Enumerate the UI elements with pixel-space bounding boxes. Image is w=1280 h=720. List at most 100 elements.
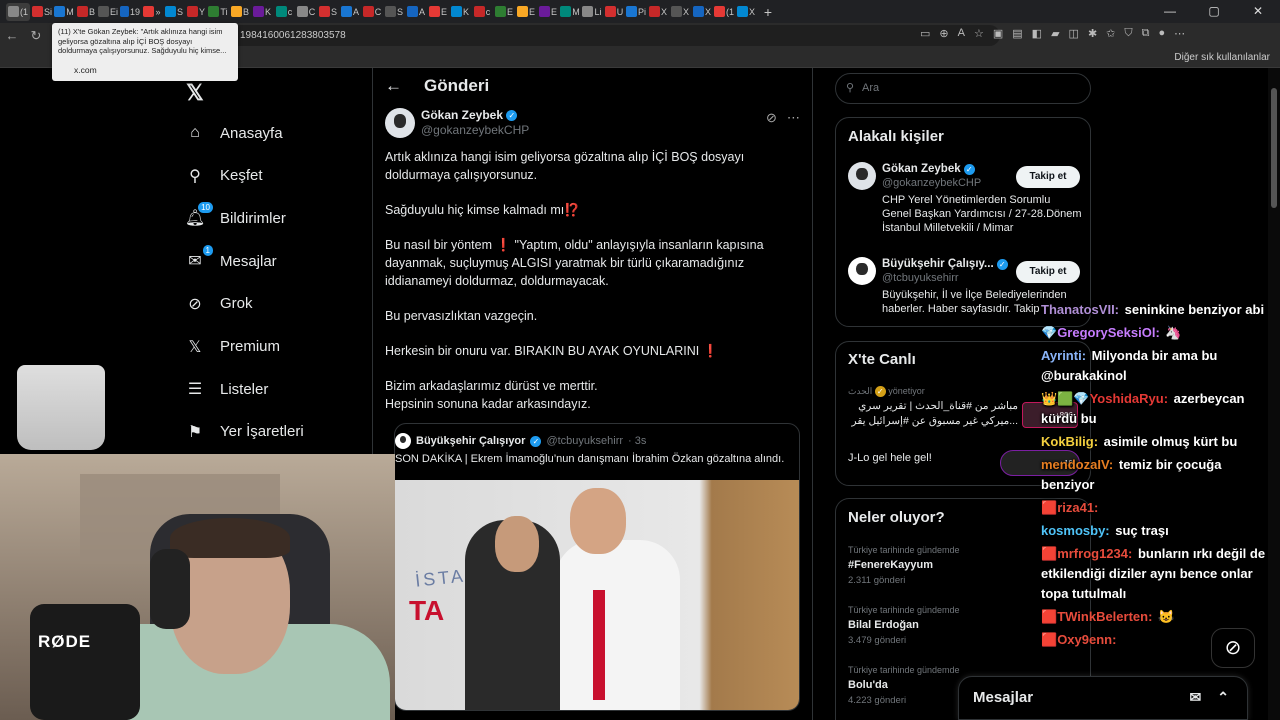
avatar[interactable] (848, 162, 876, 190)
nav-item-anasayfa[interactable]: ⌂ Anasayfa (186, 118, 282, 148)
search-input[interactable]: ⚲ Ara (835, 73, 1091, 104)
extension-icon[interactable]: ▰ (1051, 27, 1059, 40)
browser-tab[interactable]: B (76, 3, 96, 21)
zoom-icon[interactable]: ⊕ (939, 27, 948, 40)
new-tab-button[interactable]: + (758, 3, 778, 21)
shield-icon[interactable]: ⛉ (1124, 27, 1132, 40)
post-header: ← Gönderi (385, 76, 489, 96)
browser-tab[interactable]: (1 (714, 3, 734, 21)
collections-icon[interactable]: ⧉ (1142, 27, 1150, 40)
browser-tab[interactable]: c (472, 3, 492, 21)
browser-tab[interactable]: X (692, 3, 712, 21)
follow-button[interactable]: Takip et (1016, 261, 1080, 283)
browser-tab[interactable]: E (428, 3, 448, 21)
more-menu-icon[interactable]: ⋯ (1174, 27, 1185, 40)
back-icon[interactable]: ← (0, 28, 24, 43)
person-name[interactable]: Büyükşehir Çalışıy... (882, 258, 994, 270)
avatar[interactable] (848, 257, 876, 285)
back-arrow-icon[interactable]: ← (385, 76, 402, 96)
nav-item-grok[interactable]: ⊘ Grok (186, 289, 252, 319)
messages-drawer-label: Mesajlar (973, 689, 1034, 706)
minimize-button[interactable]: — (1148, 0, 1192, 23)
browser-tab[interactable]: K (450, 3, 470, 21)
author-handle[interactable]: @gokanzeybekCHP (421, 123, 529, 138)
messages-drawer[interactable]: Mesajlar ✉ ⌃ (958, 676, 1248, 720)
browser-tab[interactable]: U (604, 3, 624, 21)
browser-tab[interactable]: K (252, 3, 272, 21)
post-paragraph: Artık aklınıza hangi isim geliyorsa göza… (385, 148, 790, 184)
browser-tab[interactable]: Si (32, 3, 52, 21)
browser-tab[interactable]: E (494, 3, 514, 21)
browser-tab[interactable]: c (274, 3, 294, 21)
extension-icon[interactable]: ◧ (1032, 27, 1042, 40)
browser-tab[interactable]: Pi (626, 3, 646, 21)
tab-favicon-icon (714, 6, 725, 17)
browser-tab[interactable]: X (670, 3, 690, 21)
nav-item-yer-i-şaretleri[interactable]: ⚑ Yer İşaretleri (186, 417, 304, 447)
favorite-star-icon[interactable]: ☆ (974, 27, 984, 40)
chat-badge-icon: 🟥 (1041, 609, 1058, 624)
more-options-icon[interactable]: ⋯ (787, 110, 800, 126)
browser-tab[interactable]: Ti (208, 3, 228, 21)
scrollbar[interactable] (1268, 68, 1280, 720)
person-name[interactable]: Gökan Zeybek (882, 163, 961, 175)
browser-tab[interactable]: Y (186, 3, 206, 21)
post-paragraph: Herkesin bir onuru var. BIRAKIN BU AYAK … (385, 342, 790, 360)
other-favorites-folder[interactable]: Diğer sık kullanılanlar (1174, 52, 1270, 63)
browser-tab[interactable]: X (648, 3, 668, 21)
browser-tab[interactable]: (1 (6, 2, 30, 21)
browser-tab[interactable]: B (230, 3, 250, 21)
extension-icon[interactable]: ◫ (1069, 27, 1079, 40)
browser-tab[interactable]: E (516, 3, 536, 21)
grok-fab-icon[interactable]: ⊘ (1211, 628, 1255, 668)
author-name[interactable]: Gökan Zeybek (421, 108, 503, 122)
browser-tab[interactable]: S (164, 3, 184, 21)
browser-tab[interactable]: 19 (120, 3, 140, 21)
trend-item[interactable]: Türkiye tarihinde gündemde Bolu'da 4.223 g… (848, 663, 960, 708)
trend-item[interactable]: Türkiye tarihinde gündemde Bilal Erdoğan 3… (848, 603, 960, 648)
browser-tab[interactable]: A (340, 3, 360, 21)
quoted-post[interactable]: Büyükşehir Çalışıyor ✓ @tcbuyuksehirr · … (394, 423, 800, 711)
live-title[interactable]: J-Lo gel hele gel! (848, 451, 932, 466)
profile-avatar-icon[interactable]: ● (1158, 27, 1165, 40)
live-title: مباشر من #قناة_الحدث | تقرير سري ...ميرك… (851, 400, 1018, 427)
install-app-icon[interactable]: ▭ (920, 27, 930, 40)
maximize-button[interactable]: ▢ (1192, 0, 1236, 23)
browser-tab[interactable]: Ei (98, 3, 118, 21)
card-title: Alakalı kişiler (848, 128, 944, 145)
nav-item-listeler[interactable]: ☰ Listeler (186, 374, 269, 404)
extensions-puzzle-icon[interactable]: ✱ (1088, 27, 1097, 40)
nav-item-bildirimler[interactable]: 🔔︎ 10 Bildirimler (185, 202, 286, 233)
verified-badge-icon: ✓ (963, 163, 975, 175)
close-window-button[interactable]: ✕ (1236, 0, 1280, 23)
nav-item-mesajlar[interactable]: ✉ 1 Mesajlar (186, 245, 277, 276)
post-author[interactable]: Gökan Zeybek ✓ @gokanzeybekCHP (385, 108, 529, 138)
browser-tab[interactable]: M (560, 3, 580, 21)
trend-item[interactable]: Türkiye tarihinde gündemde #FenereKayyum 2… (848, 543, 960, 588)
reload-icon[interactable]: ↻ (24, 28, 48, 44)
read-aloud-icon[interactable]: A (958, 27, 965, 40)
follow-button[interactable]: Takip et (1016, 166, 1080, 188)
new-message-icon[interactable]: ✉ (1190, 689, 1202, 706)
expand-up-icon[interactable]: ⌃ (1217, 689, 1229, 706)
browser-tab[interactable]: E (538, 3, 558, 21)
browser-tab[interactable]: M (54, 3, 74, 21)
browser-tab[interactable]: » (142, 3, 162, 21)
browser-tab[interactable]: X (736, 3, 756, 21)
browser-tab[interactable]: C (296, 3, 316, 21)
live-item[interactable]: الحدث ✓ yönetiyor مباشر من #قناة_الحدث |… (848, 384, 1018, 429)
grok-icon[interactable]: ⊘ (766, 110, 777, 126)
browser-tab[interactable]: Li (582, 3, 602, 21)
browser-tab[interactable]: S (318, 3, 338, 21)
nav-item-premium[interactable]: 𝕏 Premium (186, 332, 280, 362)
avatar[interactable] (385, 108, 415, 138)
quote-photo[interactable]: İSTANBUL TA (395, 480, 799, 710)
browser-tab[interactable]: C (362, 3, 382, 21)
extension-icon[interactable]: ▤ (1012, 27, 1022, 40)
nav-item-keşfet[interactable]: ⚲ Keşfet (186, 161, 262, 191)
browser-tab[interactable]: S (384, 3, 404, 21)
favorites-icon[interactable]: ✩ (1106, 27, 1115, 40)
browser-tab[interactable]: A (406, 3, 426, 21)
x-logo-icon[interactable]: 𝕏 (186, 80, 204, 106)
extension-icon[interactable]: ▣ (993, 27, 1003, 40)
